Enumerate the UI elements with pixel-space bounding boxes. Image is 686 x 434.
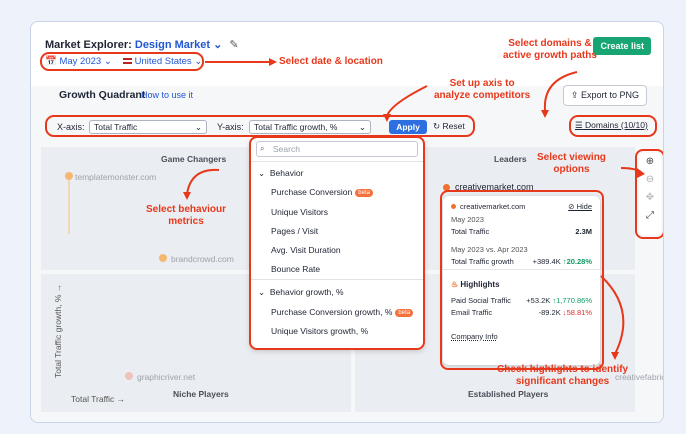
arrowhead [637,168,645,178]
annotation-viewing: Select viewing options [537,152,606,175]
arrowhead [269,58,277,66]
annotation-highlights: Check highlights to identify significant… [497,364,629,387]
annotation-behaviour: Select behaviour metrics [146,204,227,227]
arrow-axis [386,85,428,117]
arrow-domains [543,71,578,111]
annotation-arrows [183,58,645,360]
arrow-highlights [600,275,625,355]
arrowhead [541,110,549,118]
arrowhead [611,352,619,360]
market-explorer-card: Market Explorer: Design Market ⌄ ✎ Creat… [30,21,664,423]
annotation-domains: Select domains & active growth paths [503,38,597,61]
arrow-behaviour [186,168,220,195]
annotation-axis: Set up axis to analyze competitors [434,78,531,101]
arrowhead [383,114,391,122]
arrowhead [183,192,191,200]
annotation-date-location: Select date & location [279,56,383,67]
